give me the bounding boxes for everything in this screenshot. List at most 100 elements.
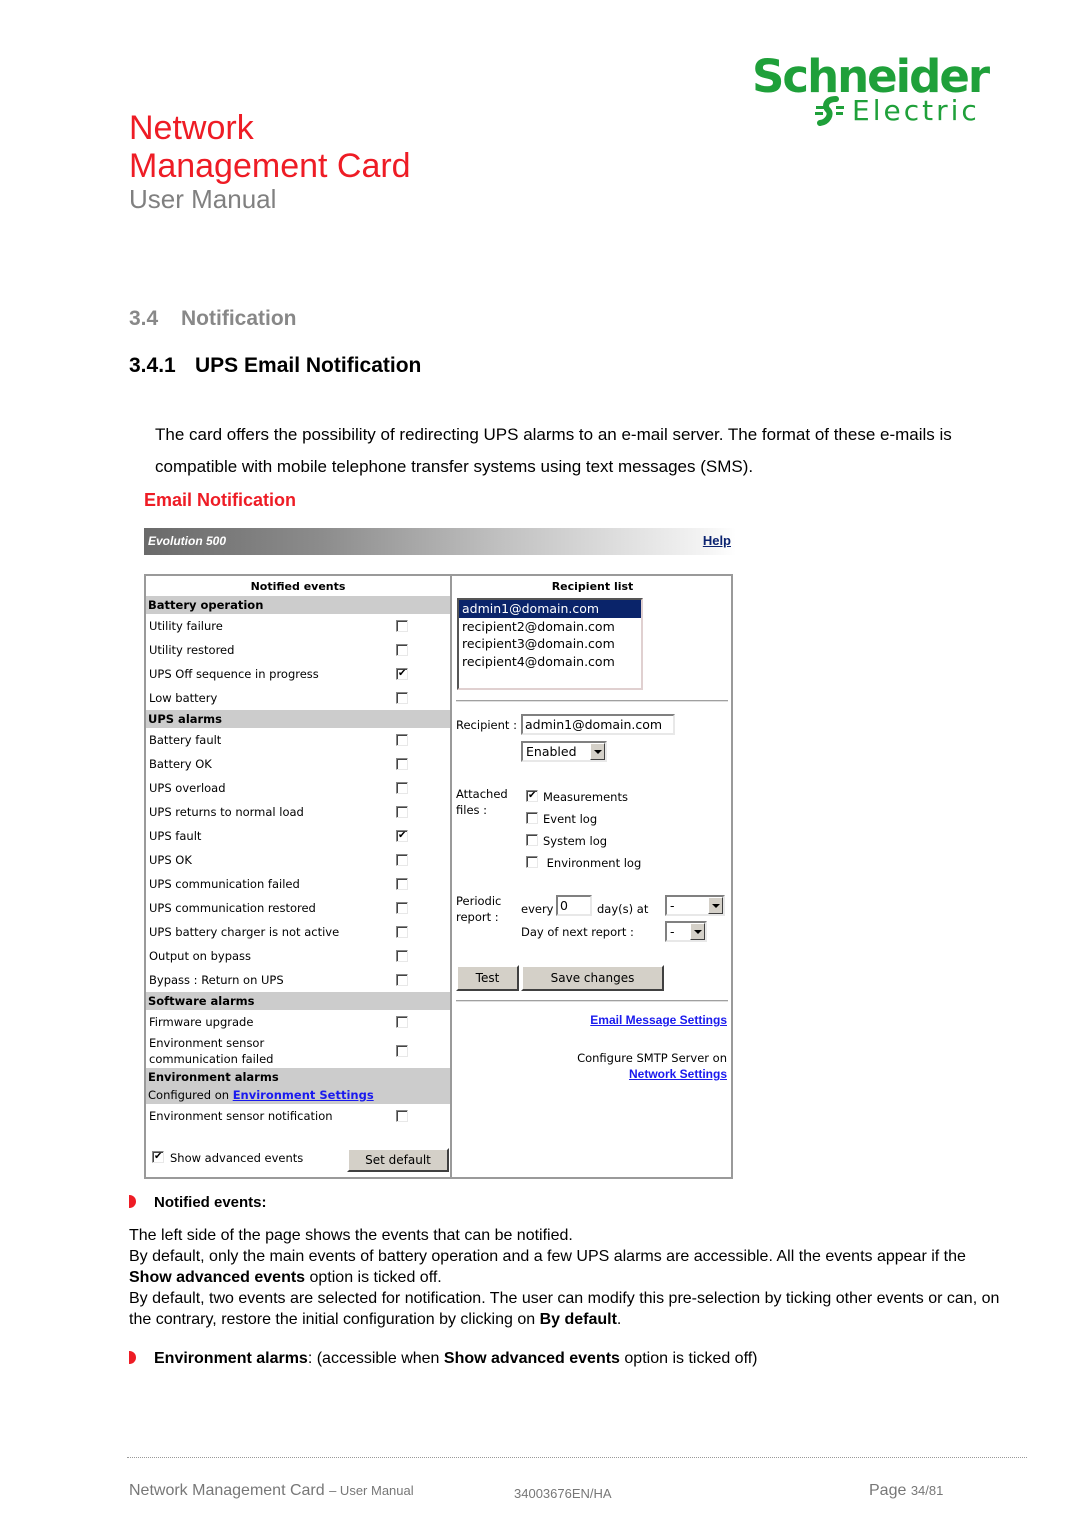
event-row: UPS fault [146,824,450,848]
event-label: UPS OK [149,853,192,867]
group-software-alarms: Software alarms [146,992,450,1010]
event-label-line2: communication failed [149,1052,274,1066]
recipient-item[interactable]: recipient4@domain.com [459,653,641,671]
logo-subword: Electric [852,94,980,127]
set-default-button[interactable]: Set default [347,1148,449,1172]
subsection-heading: 3.4.1 UPS Email Notification [129,353,421,379]
event-label: UPS Off sequence in progress [149,667,319,681]
recipient-pane: Recipient list admin1@domain.com recipie… [454,576,731,1177]
event-checkbox[interactable] [396,974,408,986]
recipient-item[interactable]: admin1@domain.com [459,600,641,618]
periodic-report-label: Periodic report : [456,893,501,925]
subsection-number: 3.4.1 [129,354,176,377]
network-settings-link[interactable]: Network Settings [629,1067,727,1081]
event-label: Battery OK [149,757,212,771]
event-checkbox[interactable] [396,644,408,656]
configured-on-text: Configured on Environment Settings [148,1086,450,1104]
attachment-checkbox[interactable] [526,812,538,824]
show-advanced-checkbox[interactable] [152,1151,164,1163]
report-time-value: - [670,898,675,913]
divider [456,1000,728,1002]
recipient-item[interactable]: recipient3@domain.com [459,635,641,653]
attached-files-label: Attached files : [456,786,508,818]
every-label: every [521,902,554,916]
event-checkbox[interactable] [396,806,408,818]
attachment-label: Event log [543,812,598,826]
email-message-settings-link[interactable]: Email Message Settings [590,1013,727,1027]
doc-subtitle: User Manual [129,184,277,214]
test-button[interactable]: Test [456,965,519,991]
report-time-select[interactable]: - [665,895,725,916]
dropdown-arrow-icon[interactable] [708,897,723,914]
intro-paragraph: The card offers the possibility of redir… [155,425,952,476]
event-row: Environment sensor notification [146,1104,450,1128]
event-checkbox[interactable] [396,620,408,632]
email-notification-screenshot: Email Notification Evolution 500 Help No… [140,485,740,1185]
page-label: Page [869,1482,907,1499]
event-label: Battery fault [149,733,222,747]
event-label: Firmware upgrade [149,1015,254,1029]
notified-events-header: Notified events [250,580,346,593]
attached-label-line1: Attached [456,787,508,801]
event-checkbox[interactable] [396,1016,408,1028]
event-checkbox[interactable] [396,854,408,866]
dropdown-arrow-icon[interactable] [590,743,605,760]
event-checkbox[interactable] [396,878,408,890]
dropdown-arrow-icon[interactable] [690,923,705,940]
doc-title-line1: Network [129,109,254,147]
subsection-title: UPS Email Notification [195,354,422,377]
para2-a: By default, only the main events of batt… [129,1248,966,1265]
event-row: Utility restored [146,638,450,662]
bullet-title: Notified events: [154,1194,267,1211]
attachment-environment-log: Environment log [526,855,641,871]
event-checkbox[interactable] [396,692,408,704]
event-checkbox[interactable] [396,734,408,746]
attachment-checkbox[interactable] [526,856,538,868]
recipient-listbox[interactable]: admin1@domain.com recipient2@domain.com … [457,598,643,690]
event-label: UPS communication restored [149,901,316,915]
footer-page: Page 34/81 [869,1482,943,1500]
every-days-input[interactable]: 0 [556,895,592,916]
event-row: UPS OK [146,848,450,872]
event-row: Utility failure [146,614,450,638]
event-checkbox[interactable] [396,758,408,770]
show-advanced-label: Show advanced events [170,1151,304,1165]
page-number: 34/81 [910,1483,944,1498]
event-row: Battery fault [146,728,450,752]
footer-title: Network Management Card [129,1482,325,1499]
environment-settings-link[interactable]: Environment Settings [233,1088,374,1102]
bullet-icon [129,1195,136,1208]
event-label: Bypass : Return on UPS [149,973,284,987]
event-checkbox[interactable] [396,902,408,914]
event-checkbox[interactable] [396,1110,408,1122]
event-checkbox[interactable] [396,668,408,680]
event-checkbox[interactable] [396,830,408,842]
event-label: UPS returns to normal load [149,805,304,819]
group-ups-alarms: UPS alarms [146,710,450,728]
para3-bold: By default [539,1311,617,1328]
recipient-item[interactable]: recipient2@domain.com [459,618,641,636]
event-checkbox[interactable] [396,782,408,794]
section-number: 3.4 [129,307,159,330]
recipient-label: Recipient : [456,718,517,732]
event-label: UPS battery charger is not active [149,925,340,939]
event-label: Low battery [149,691,218,705]
event-checkbox[interactable] [396,1045,408,1057]
attachment-checkbox[interactable] [526,790,538,802]
help-link[interactable]: Help [703,533,731,548]
bullet-notified-events: Notified events: [129,1194,267,1211]
footer-subtitle: – User Manual [329,1483,414,1498]
attachment-system-log: System log [526,833,607,849]
recipient-status-select[interactable]: Enabled [521,741,607,762]
event-checkbox[interactable] [396,926,408,938]
event-checkbox[interactable] [396,950,408,962]
event-row: Battery OK [146,752,450,776]
attached-label-line2: files : [456,803,488,817]
recipient-input[interactable]: admin1@domain.com [521,714,675,735]
screenshot-page-title: Email Notification [144,490,297,510]
bullet2-bold: Show advanced events [443,1350,620,1367]
attachment-checkbox[interactable] [526,834,538,846]
show-advanced-row: Show advanced events [152,1150,303,1165]
next-report-select[interactable]: - [665,921,707,942]
save-changes-button[interactable]: Save changes [521,965,664,991]
